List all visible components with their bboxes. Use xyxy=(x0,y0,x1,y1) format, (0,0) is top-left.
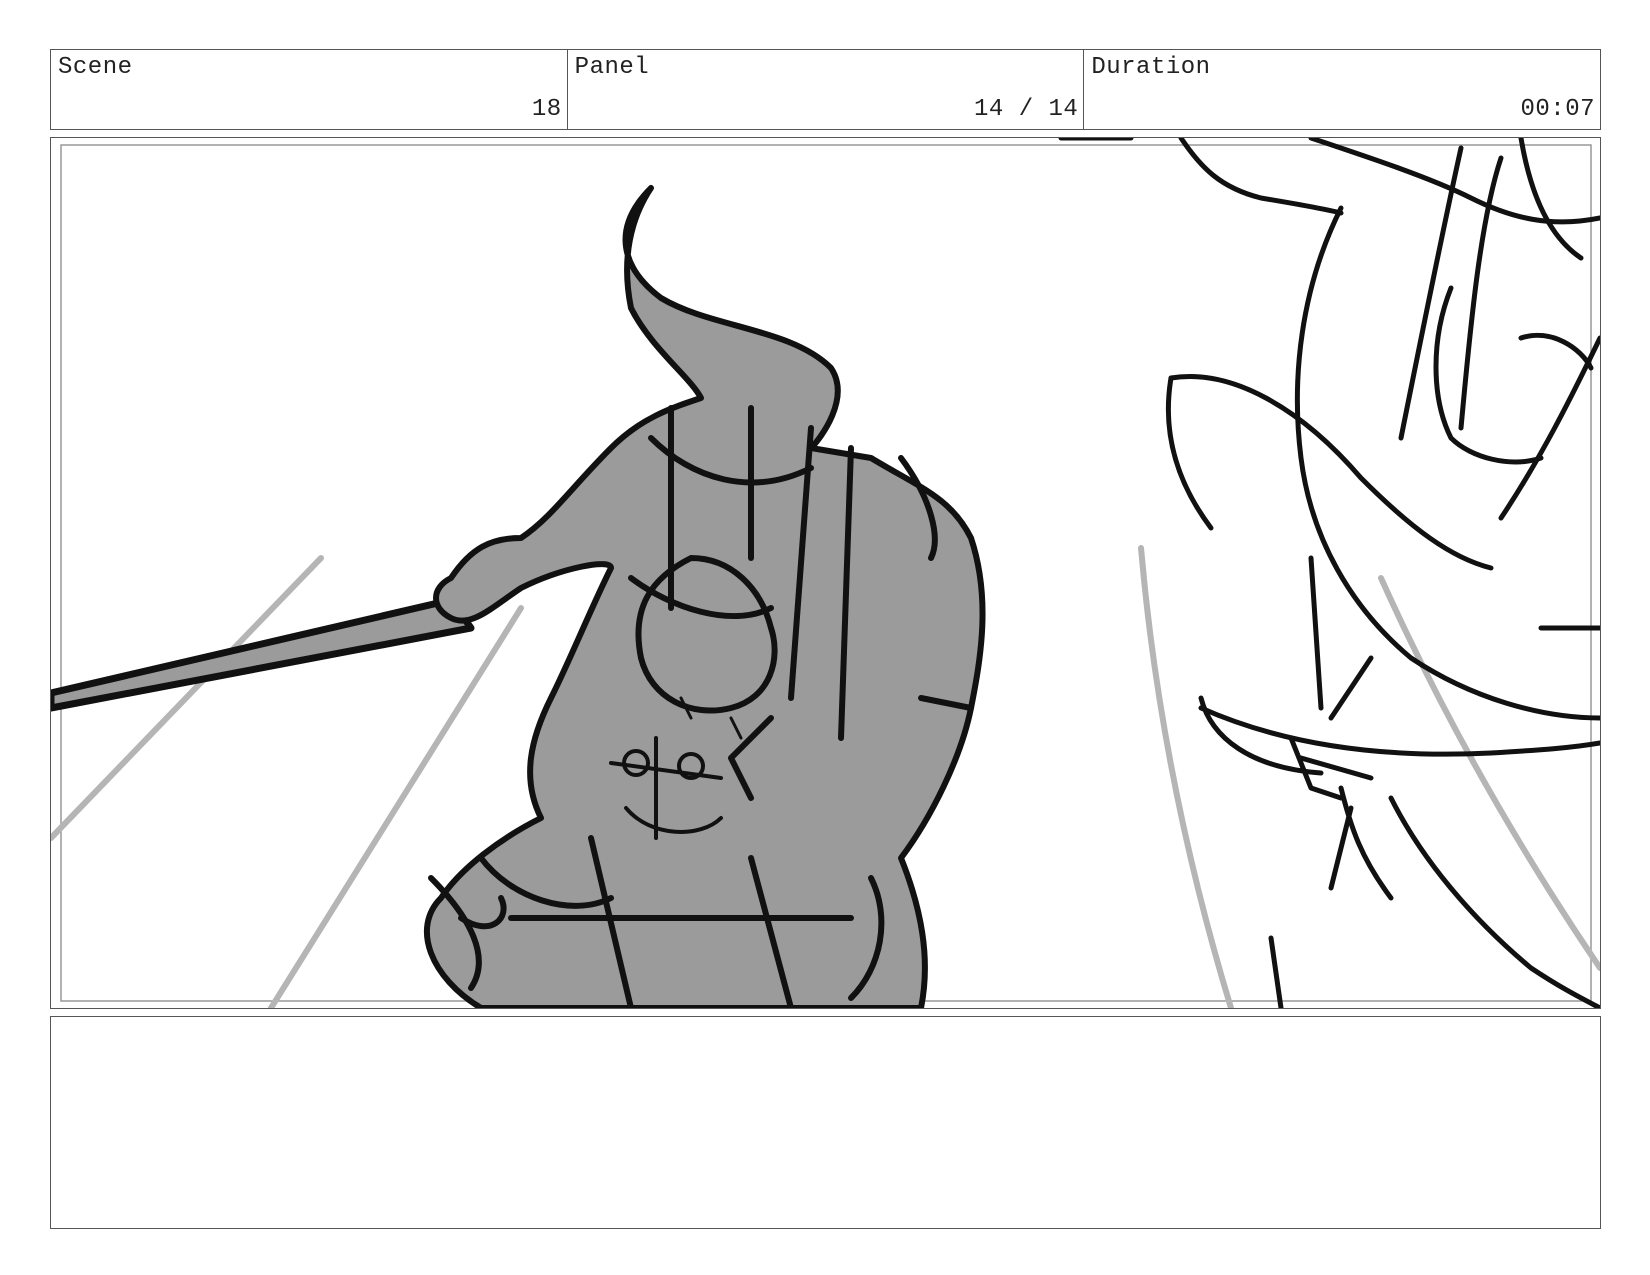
scene-number: 18 xyxy=(531,96,562,123)
storyboard-frame xyxy=(50,137,1601,1009)
panel-info-header: Scene 18 Panel 14 / 14 Duration 00:07 xyxy=(50,49,1601,130)
scene-cell: Scene 18 xyxy=(51,50,568,129)
storyboard-sketch xyxy=(51,138,1600,1008)
duration-cell: Duration 00:07 xyxy=(1084,50,1600,129)
panel-notes-box xyxy=(50,1016,1601,1229)
panel-number: 14 / 14 xyxy=(974,96,1079,123)
duration-value: 00:07 xyxy=(1520,96,1596,123)
scene-label: Scene xyxy=(58,54,133,81)
panel-cell: Panel 14 / 14 xyxy=(568,50,1085,129)
duration-label: Duration xyxy=(1091,54,1211,81)
second-character-sketch xyxy=(1165,138,1600,1008)
character-figure-sketch xyxy=(423,185,986,1008)
panel-label: Panel xyxy=(574,54,650,81)
